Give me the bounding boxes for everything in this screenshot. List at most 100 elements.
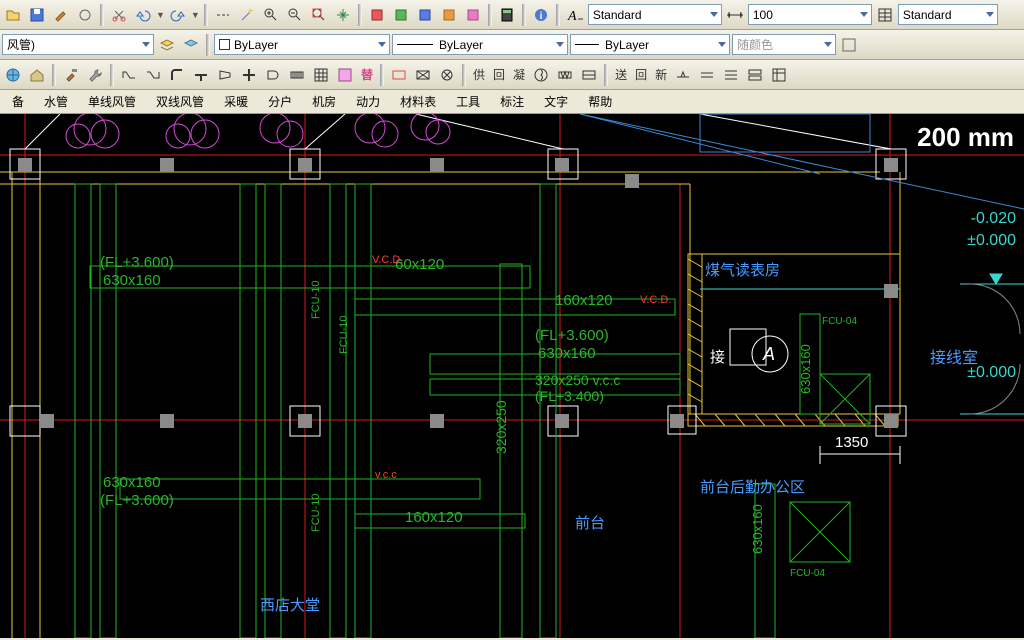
menu-singleline[interactable]: 单线风管 xyxy=(80,90,144,113)
linetype-combo[interactable]: ByLayer xyxy=(392,34,568,55)
menu-unit[interactable]: 分户 xyxy=(260,90,300,113)
tool-blue-icon[interactable] xyxy=(414,4,436,26)
bubble-letter: A xyxy=(763,344,775,365)
menu-waterpipe[interactable]: 水管 xyxy=(36,90,76,113)
grip[interactable] xyxy=(625,174,639,188)
grip[interactable] xyxy=(884,284,898,298)
home-icon[interactable] xyxy=(26,64,48,86)
reducer-icon[interactable] xyxy=(214,64,236,86)
replace-icon[interactable]: 替 xyxy=(358,66,376,83)
elbow-icon[interactable] xyxy=(166,64,188,86)
coil-icon[interactable] xyxy=(554,64,576,86)
level-icon[interactable] xyxy=(672,64,694,86)
box-icon-1[interactable] xyxy=(388,64,410,86)
menu-tools[interactable]: 工具 xyxy=(448,90,488,113)
sched-icon[interactable] xyxy=(768,64,790,86)
cross-icon[interactable] xyxy=(238,64,260,86)
grip[interactable] xyxy=(160,158,174,172)
fan-icon[interactable] xyxy=(530,64,552,86)
wrench-icon[interactable] xyxy=(84,64,106,86)
pan-icon[interactable] xyxy=(332,4,354,26)
std2-combo[interactable]: Standard xyxy=(898,4,998,25)
tool-pink-icon[interactable] xyxy=(462,4,484,26)
layer-prev-icon[interactable] xyxy=(180,34,202,56)
globe-icon[interactable] xyxy=(2,64,24,86)
return-button[interactable]: 回 xyxy=(490,66,508,83)
menu-text[interactable]: 文字 xyxy=(536,90,576,113)
drawing-canvas[interactable]: 200 mm -0.020 ±0.000 ±0.000 煤气读表房 接线室 前台… xyxy=(0,114,1024,638)
grip[interactable] xyxy=(40,414,54,428)
grip[interactable] xyxy=(670,414,684,428)
layer-combo[interactable]: 风管) xyxy=(2,34,154,55)
menu-plantroom[interactable]: 机房 xyxy=(304,90,344,113)
fresh-button[interactable]: 新 xyxy=(652,66,670,83)
dash-icon[interactable] xyxy=(212,4,234,26)
dim-value-combo[interactable]: 100 xyxy=(748,4,872,25)
grip[interactable] xyxy=(884,158,898,172)
diffuser-icon[interactable] xyxy=(286,64,308,86)
grip[interactable] xyxy=(555,158,569,172)
label-front: 前台 xyxy=(575,512,605,533)
wand-icon[interactable] xyxy=(236,4,258,26)
zoom-extents-icon[interactable] xyxy=(308,4,330,26)
menu-power[interactable]: 动力 xyxy=(348,90,388,113)
menu-help[interactable]: 帮助 xyxy=(580,90,620,113)
alt-icon-1[interactable] xyxy=(74,4,96,26)
pipe-icon-1[interactable] xyxy=(118,64,140,86)
save-icon[interactable] xyxy=(26,4,48,26)
menu-doubleline[interactable]: 双线风管 xyxy=(148,90,212,113)
zoom-minus-icon[interactable] xyxy=(284,4,306,26)
undo-icon[interactable] xyxy=(132,4,154,26)
text-style-icon[interactable]: A xyxy=(564,4,586,26)
deck1-icon[interactable] xyxy=(696,64,718,86)
lineweight-label: ByLayer xyxy=(605,38,649,52)
grip[interactable] xyxy=(430,414,444,428)
plot-color-combo[interactable]: 随颜色 xyxy=(732,34,836,55)
zoom-plus-icon[interactable] xyxy=(260,4,282,26)
color-combo[interactable]: ByLayer xyxy=(214,34,390,55)
grip[interactable] xyxy=(298,158,312,172)
text-style-combo[interactable]: Standard xyxy=(588,4,722,25)
brush-icon[interactable] xyxy=(50,4,72,26)
label-elev1: -0.020 xyxy=(971,210,1016,228)
redo-icon[interactable] xyxy=(167,4,189,26)
layers-icon[interactable] xyxy=(156,34,178,56)
menu-bom[interactable]: 材料表 xyxy=(392,90,444,113)
grip[interactable] xyxy=(430,158,444,172)
damper-icon[interactable] xyxy=(578,64,600,86)
grip[interactable] xyxy=(884,414,898,428)
supply-button[interactable]: 供 xyxy=(470,66,488,83)
tool-green-icon[interactable] xyxy=(390,4,412,26)
grip[interactable] xyxy=(298,414,312,428)
tool-orange-icon[interactable] xyxy=(438,4,460,26)
pipe-icon-2[interactable] xyxy=(142,64,164,86)
tool-red-icon[interactable] xyxy=(366,4,388,26)
dim-style-icon[interactable] xyxy=(724,4,746,26)
grip[interactable] xyxy=(555,414,569,428)
send-button[interactable]: 送 xyxy=(612,66,630,83)
tee-icon[interactable] xyxy=(190,64,212,86)
cut-icon[interactable] xyxy=(108,4,130,26)
info-icon[interactable]: i xyxy=(530,4,552,26)
menu-annotate[interactable]: 标注 xyxy=(492,90,532,113)
box-x-icon[interactable] xyxy=(412,64,434,86)
hatch-icon[interactable] xyxy=(334,64,356,86)
return2-button[interactable]: 回 xyxy=(632,66,650,83)
lineweight-combo[interactable]: ByLayer xyxy=(570,34,730,55)
calc-icon[interactable] xyxy=(496,4,518,26)
open-icon[interactable] xyxy=(2,4,24,26)
grip[interactable] xyxy=(160,414,174,428)
deck2-icon[interactable] xyxy=(720,64,742,86)
prop-icon-1[interactable] xyxy=(838,34,860,56)
grille-icon[interactable] xyxy=(310,64,332,86)
deck3-icon[interactable] xyxy=(744,64,766,86)
cap-icon[interactable] xyxy=(262,64,284,86)
menu-equipment[interactable]: 备 xyxy=(4,90,32,113)
valve-icon[interactable] xyxy=(436,64,458,86)
grip[interactable] xyxy=(18,158,32,172)
menubar: 备 水管 单线风管 双线风管 采暖 分户 机房 动力 材料表 工具 标注 文字 … xyxy=(0,90,1024,114)
cond-button[interactable]: 凝 xyxy=(510,66,528,83)
hammer-icon[interactable] xyxy=(60,64,82,86)
menu-heating[interactable]: 采暖 xyxy=(216,90,256,113)
table-style-icon[interactable] xyxy=(874,4,896,26)
